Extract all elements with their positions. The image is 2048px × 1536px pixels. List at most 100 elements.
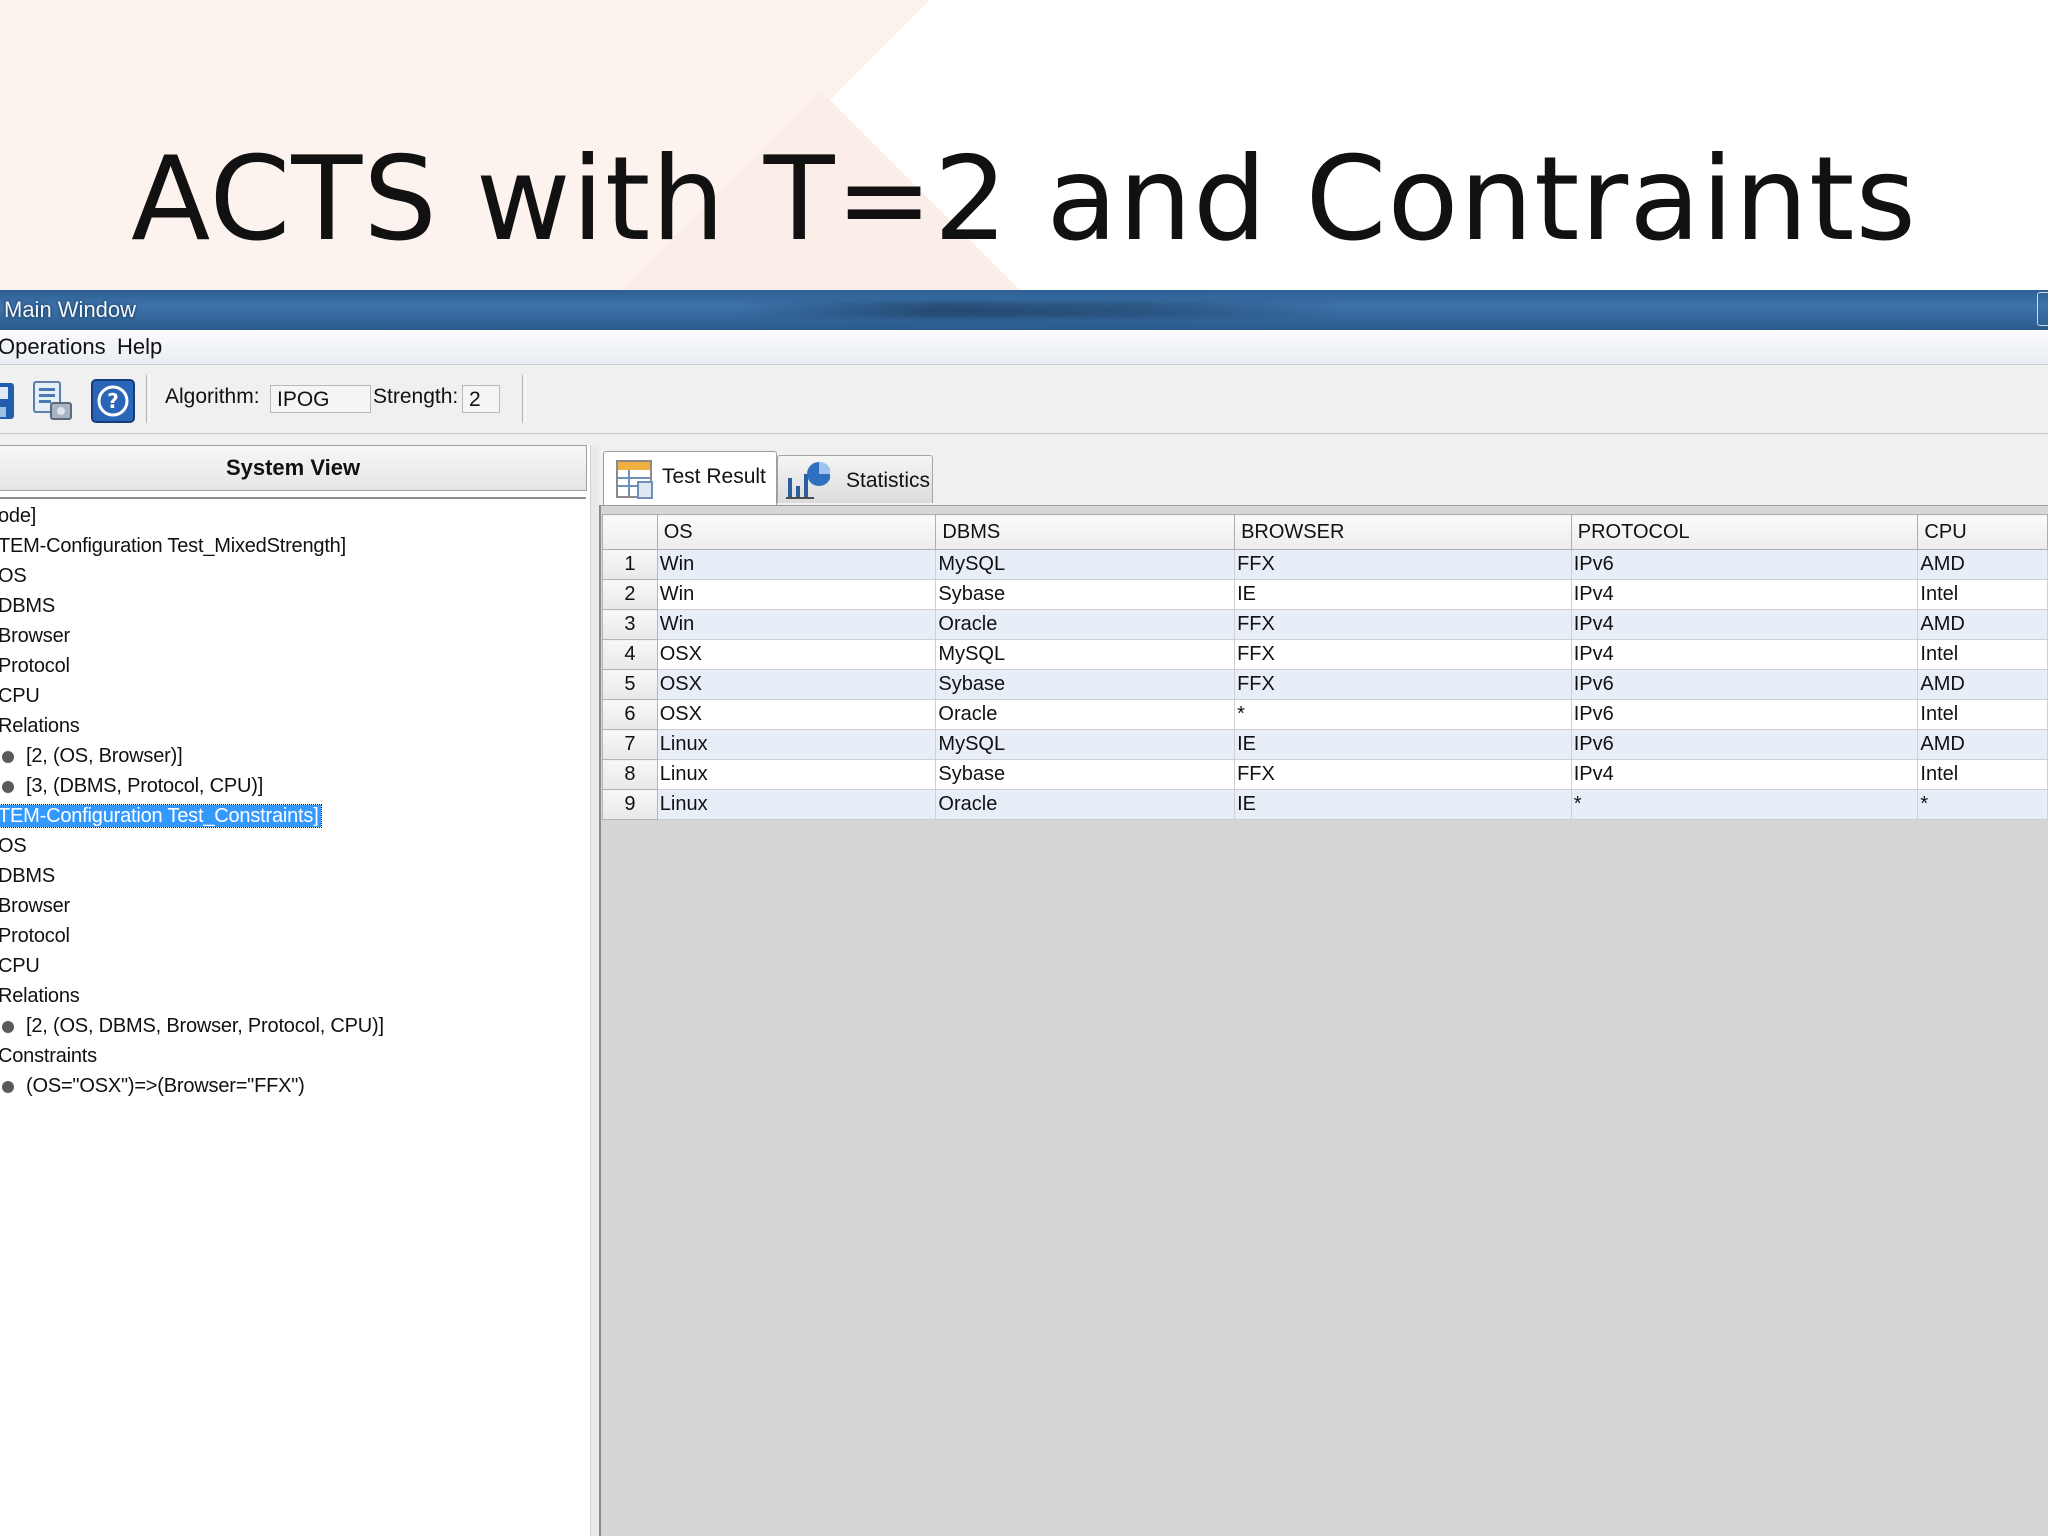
- tree-item[interactable]: (OS="OSX")=>(Browser="FFX"): [2, 1071, 305, 1101]
- table-row[interactable]: 2 Win Sybase IE IPv4 Intel: [602, 579, 2048, 610]
- menu-operations[interactable]: Operations: [0, 330, 106, 364]
- table-cell[interactable]: *: [1570, 789, 1919, 820]
- tree-item[interactable]: [2, (OS, Browser)]: [2, 741, 183, 771]
- tree-item[interactable]: OS: [0, 831, 27, 861]
- tree-item[interactable]: Browser: [0, 621, 70, 651]
- table-row[interactable]: 4 OSX MySQL FFX IPv4 Intel: [602, 639, 2048, 670]
- column-header[interactable]: BROWSER: [1234, 514, 1572, 550]
- table-cell[interactable]: Win: [656, 579, 937, 610]
- column-header[interactable]: OS: [656, 514, 937, 550]
- table-cell[interactable]: FFX: [1234, 669, 1572, 700]
- column-header[interactable]: PROTOCOL: [1570, 514, 1919, 550]
- table-cell[interactable]: AMD: [1917, 669, 2048, 700]
- table-cell[interactable]: IPv6: [1570, 549, 1919, 580]
- tree-item[interactable]: CPU: [0, 951, 40, 981]
- table-cell[interactable]: FFX: [1234, 609, 1572, 640]
- tab-statistics-label: Statistics: [846, 469, 931, 492]
- window-titlebar[interactable]: Main Window: [0, 290, 2048, 330]
- row-number-header[interactable]: [602, 514, 658, 550]
- table-row[interactable]: 9 Linux Oracle IE * *: [602, 789, 2048, 820]
- table-cell[interactable]: Win: [656, 609, 937, 640]
- table-row[interactable]: 5 OSX Sybase FFX IPv6 AMD: [602, 669, 2048, 700]
- table-cell[interactable]: OSX: [656, 699, 937, 730]
- table-cell[interactable]: Intel: [1917, 699, 2048, 730]
- tab-statistics[interactable]: Statistics: [777, 455, 933, 503]
- table-row[interactable]: 1 Win MySQL FFX IPv6 AMD: [602, 549, 2048, 580]
- table-cell[interactable]: Win: [656, 549, 937, 580]
- table-cell[interactable]: IPv6: [1570, 729, 1919, 760]
- table-cell[interactable]: Intel: [1917, 579, 2048, 610]
- table-cell[interactable]: OSX: [656, 669, 937, 700]
- table-cell[interactable]: Oracle: [935, 789, 1236, 820]
- table-cell[interactable]: Linux: [656, 759, 937, 790]
- tree-item[interactable]: DBMS: [0, 861, 55, 891]
- table-cell[interactable]: *: [1917, 789, 2048, 820]
- table-cell[interactable]: OSX: [656, 639, 937, 670]
- tree-item[interactable]: Constraints: [0, 1041, 97, 1071]
- table-row[interactable]: 7 Linux MySQL IE IPv6 AMD: [602, 729, 2048, 760]
- table-cell[interactable]: MySQL: [935, 639, 1236, 670]
- table-cell[interactable]: Sybase: [935, 579, 1236, 610]
- tree-item-label: Relations: [0, 715, 80, 737]
- save-icon[interactable]: [0, 381, 16, 426]
- table-cell[interactable]: *: [1234, 699, 1572, 730]
- table-cell[interactable]: IPv4: [1570, 609, 1919, 640]
- table-cell[interactable]: Intel: [1917, 759, 2048, 790]
- tree-item-label: Browser: [0, 625, 70, 647]
- tree-item[interactable]: [2, (OS, DBMS, Browser, Protocol, CPU)]: [2, 1011, 384, 1041]
- table-row[interactable]: 3 Win Oracle FFX IPv4 AMD: [602, 609, 2048, 640]
- table-cell[interactable]: Linux: [656, 729, 937, 760]
- tree-item-label: CPU: [0, 685, 40, 707]
- table-cell[interactable]: Sybase: [935, 669, 1236, 700]
- table-cell[interactable]: IPv4: [1570, 579, 1919, 610]
- system-view-panel: System View ode] TEM-Configuration Test_M…: [0, 445, 591, 1536]
- row-number: 4: [602, 639, 658, 670]
- tree-item[interactable]: Relations: [0, 981, 80, 1011]
- table-cell[interactable]: IE: [1234, 579, 1572, 610]
- table-cell[interactable]: MySQL: [935, 549, 1236, 580]
- algorithm-field[interactable]: IPOG: [270, 385, 371, 413]
- window-control-button[interactable]: [2037, 292, 2048, 326]
- help-icon[interactable]: ?: [91, 379, 135, 428]
- table-cell[interactable]: FFX: [1234, 759, 1572, 790]
- table-cell[interactable]: Intel: [1917, 639, 2048, 670]
- results-table[interactable]: OS DBMS BROWSER PROTOCOL CPU 1 Win MySQL FFX IPv…: [602, 514, 2048, 820]
- strength-field[interactable]: 2: [462, 385, 500, 413]
- table-cell[interactable]: Linux: [656, 789, 937, 820]
- tree-item[interactable]: Relations: [0, 711, 80, 741]
- column-header[interactable]: CPU: [1917, 514, 2048, 550]
- table-cell[interactable]: FFX: [1234, 639, 1572, 670]
- table-cell[interactable]: AMD: [1917, 609, 2048, 640]
- tree-item[interactable]: CPU: [0, 681, 40, 711]
- tree-item[interactable]: TEM-Configuration Test_Constraints]: [0, 801, 322, 831]
- column-header[interactable]: DBMS: [935, 514, 1236, 550]
- table-cell[interactable]: IPv6: [1570, 699, 1919, 730]
- row-number: 5: [602, 669, 658, 700]
- tab-test-result[interactable]: Test Result: [603, 451, 777, 505]
- tree-item[interactable]: Browser: [0, 891, 70, 921]
- table-row[interactable]: 8 Linux Sybase FFX IPv4 Intel: [602, 759, 2048, 790]
- menu-help[interactable]: Help: [117, 330, 162, 364]
- tree-item[interactable]: ode]: [0, 501, 36, 531]
- table-cell[interactable]: Oracle: [935, 699, 1236, 730]
- table-cell[interactable]: AMD: [1917, 729, 2048, 760]
- table-row[interactable]: 6 OSX Oracle * IPv6 Intel: [602, 699, 2048, 730]
- tree-item[interactable]: TEM-Configuration Test_MixedStrength]: [0, 531, 346, 561]
- table-cell[interactable]: IE: [1234, 789, 1572, 820]
- table-cell[interactable]: AMD: [1917, 549, 2048, 580]
- tree-item[interactable]: Protocol: [0, 651, 70, 681]
- tree-item[interactable]: [3, (DBMS, Protocol, CPU)]: [2, 771, 263, 801]
- tree-item[interactable]: OS: [0, 561, 27, 591]
- table-cell[interactable]: IPv6: [1570, 669, 1919, 700]
- system-tree[interactable]: ode] TEM-Configuration Test_MixedStrength…: [0, 497, 586, 1529]
- table-cell[interactable]: IPv4: [1570, 759, 1919, 790]
- table-cell[interactable]: Oracle: [935, 609, 1236, 640]
- build-icon[interactable]: [31, 379, 75, 428]
- table-cell[interactable]: MySQL: [935, 729, 1236, 760]
- table-cell[interactable]: Sybase: [935, 759, 1236, 790]
- table-cell[interactable]: IPv4: [1570, 639, 1919, 670]
- tree-item[interactable]: DBMS: [0, 591, 55, 621]
- tree-item[interactable]: Protocol: [0, 921, 70, 951]
- table-cell[interactable]: FFX: [1234, 549, 1572, 580]
- table-cell[interactable]: IE: [1234, 729, 1572, 760]
